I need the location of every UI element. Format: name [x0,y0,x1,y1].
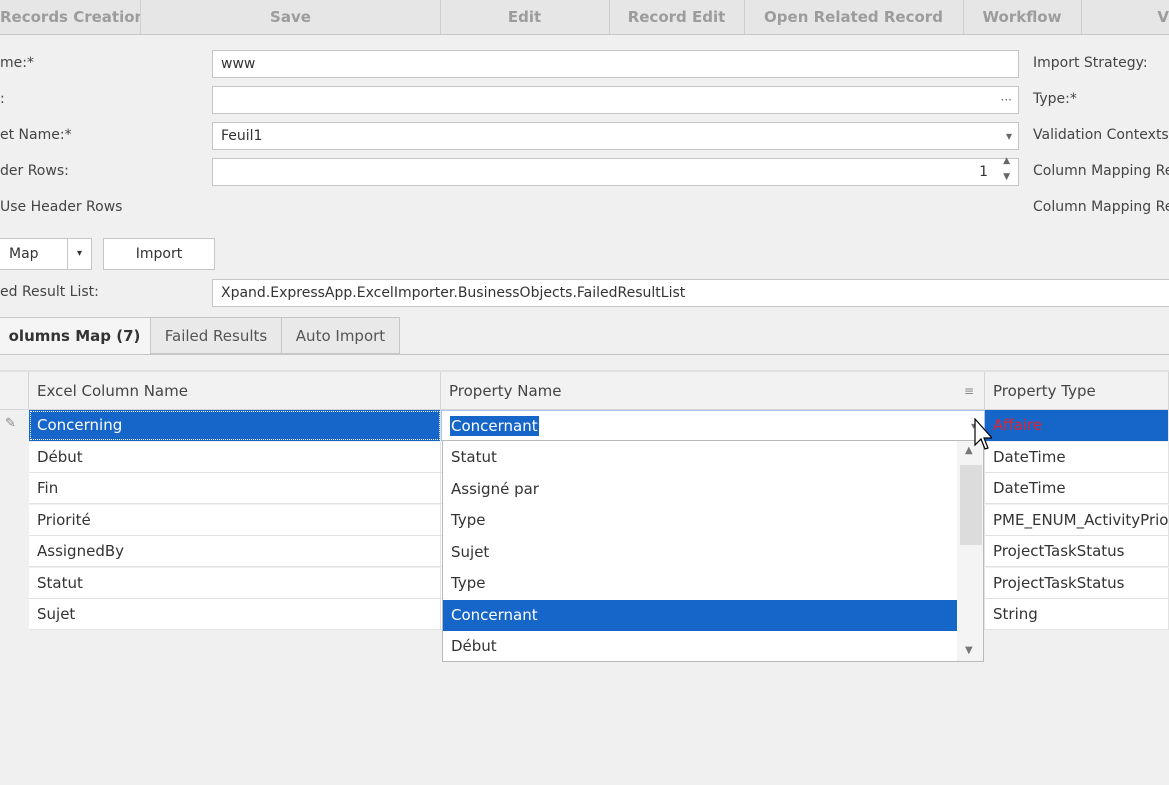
failed-result-list-label: ed Result List: [0,284,99,300]
scrollbar-thumb[interactable] [960,465,982,545]
tab-failed-results[interactable]: Failed Results [150,317,282,354]
dropdown-item-6[interactable]: Début [443,631,957,663]
dropdown-item-0[interactable]: Statut [443,442,957,474]
name-field[interactable]: www [212,50,1019,78]
dropdown-item-1[interactable]: Assigné par [443,474,957,506]
import-button[interactable]: Import [103,238,215,270]
header-rows-value: 1 [979,164,988,180]
failed-result-list-value: Xpand.ExpressApp.ExcelImporter.BusinessO… [221,285,686,301]
table-row-5-type[interactable]: ProjectTaskStatus [985,567,1169,599]
tab-divider [0,354,1169,355]
header-rows-label: der Rows: [0,163,69,179]
import-strategy-label: Import Strategy: [1033,55,1148,71]
table-row-5-excel[interactable]: Statut [29,567,441,599]
workflow-button[interactable]: Workflow [963,0,1082,34]
failed-result-list-field[interactable]: Xpand.ExpressApp.ExcelImporter.BusinessO… [212,279,1169,307]
tab-auto-import[interactable]: Auto Import [281,317,400,354]
excel-column-header[interactable]: Excel Column Name [29,372,441,410]
dropdown-item-4[interactable]: Type [443,568,957,600]
property-type-header[interactable]: Property Type [985,372,1169,410]
chevron-down-icon[interactable]: ▾ [1006,123,1012,149]
table-row-3-type[interactable]: PME_ENUM_ActivityPrior [985,504,1169,536]
table-row-6-type[interactable]: String [985,599,1169,630]
column-mapping-label-2: Column Mapping Re [1033,199,1169,215]
sheet-name-field[interactable]: Feuil1 ▾ [212,122,1019,150]
row-indicator-header [0,372,29,410]
dropdown-item-3[interactable]: Sujet [443,537,957,569]
use-header-rows-label[interactable]: Use Header Rows [0,199,122,215]
type-label: Type:* [1033,91,1077,107]
mouse-cursor-icon [974,418,992,450]
spin-up-icon[interactable]: ▲ [1003,155,1010,167]
property-dropdown-list[interactable]: Statut Assigné par Type Sujet Type Conce… [442,440,984,662]
pencil-icon: ✎ [5,416,16,431]
sort-icon[interactable]: ≡ [964,372,974,410]
validation-contexts-label: Validation Contexts [1033,127,1169,143]
column-mapping-label-1: Column Mapping Re [1033,163,1169,179]
table-row-3-excel[interactable]: Priorité [29,504,441,536]
table-row-1-excel[interactable]: Début [29,441,441,473]
table-row-1-type[interactable]: DateTime [985,441,1169,473]
dropdown-item-5[interactable]: Concernant [443,599,957,631]
file-field[interactable]: ··· [212,86,1019,114]
table-row-2-excel[interactable]: Fin [29,473,441,504]
row-indicator-column [0,410,29,630]
sheet-name-value: Feuil1 [221,128,263,144]
toolbar: Records Creation Save Edit Record Edit O… [0,0,1169,35]
table-row-4-excel[interactable]: AssignedBy [29,536,441,567]
ellipsis-button[interactable]: ··· [1001,87,1012,113]
record-edit-button[interactable]: Record Edit [609,0,745,34]
table-row-0-type[interactable]: Affaire [985,410,1169,441]
view-button[interactable]: V [1081,0,1169,34]
property-name-header[interactable]: Property Name ≡ [441,372,985,410]
name-value: www [221,56,256,72]
open-related-record-button[interactable]: Open Related Record [744,0,964,34]
sheet-name-label: et Name:* [0,127,72,143]
tab-columns-map[interactable]: olumns Map (7) [0,317,151,355]
name-label: me:* [0,55,34,71]
spin-down-icon[interactable]: ▼ [1003,171,1010,183]
dropdown-item-2[interactable]: Type [443,505,957,537]
table-row-2-type[interactable]: DateTime [985,473,1169,504]
records-creation-button[interactable]: Records Creation [0,0,141,34]
edit-button[interactable]: Edit [440,0,610,34]
dropdown-scrollbar[interactable]: ▲ ▼ [957,441,983,661]
scroll-down-icon[interactable]: ▼ [965,645,973,656]
editor-selected-text: Concernant [450,416,539,436]
save-button[interactable]: Save [141,0,441,34]
scroll-up-icon[interactable]: ▲ [965,445,973,456]
header-rows-stepper[interactable]: 1 ▲ ▼ [212,155,1019,186]
property-name-editor[interactable]: Concernant ▾ [441,410,985,441]
map-button[interactable]: Map [0,238,68,270]
property-name-header-label: Property Name [449,382,562,400]
row-0-type-text: Affaire [993,416,1043,434]
file-label: : [0,91,5,107]
table-row-4-type[interactable]: ProjectTaskStatus [985,536,1169,567]
map-dropdown-icon[interactable]: ▾ [67,238,92,270]
table-row-0-excel[interactable]: Concerning [29,410,441,441]
table-row-6-excel[interactable]: Sujet [29,599,441,630]
